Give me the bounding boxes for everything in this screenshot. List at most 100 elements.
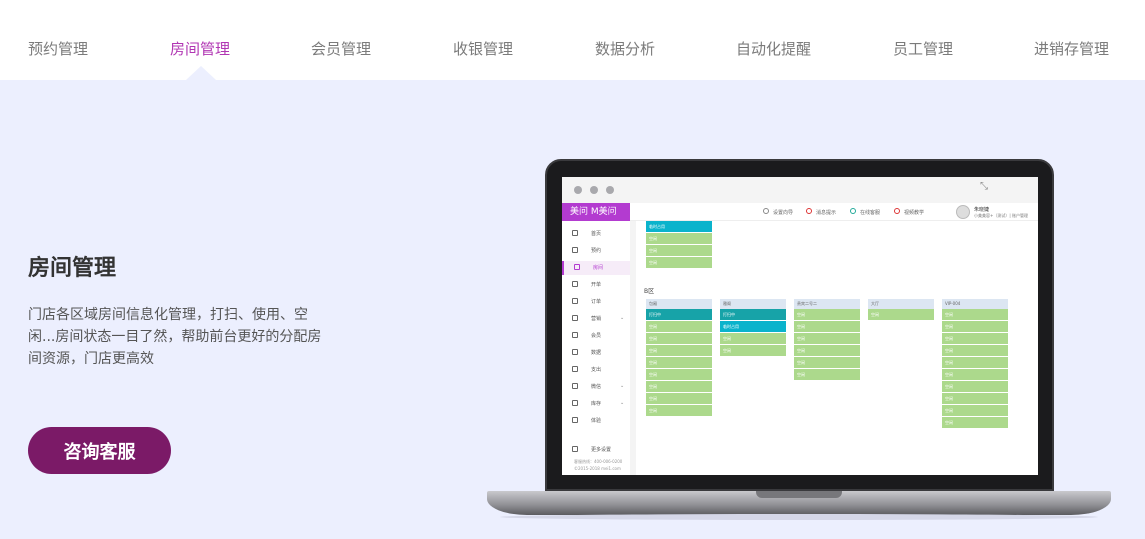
room-name: 大厅 [868, 299, 934, 309]
room-slot: 空闲 [646, 393, 712, 405]
sidebar-item-more-settings: 更多设置 [562, 443, 630, 457]
room-slot: 空闲 [646, 357, 712, 369]
room-slot: 空闲 [720, 333, 786, 345]
tab-reservation[interactable]: 预约管理 [28, 38, 88, 59]
room-slot: 空闲 [942, 333, 1008, 345]
room-slot: 临时占用 [720, 321, 786, 333]
copyright-text: ©2015-2018 mei1.com [574, 466, 621, 471]
window-dot-icon [574, 186, 582, 194]
sidebar-item-label: 房间 [593, 265, 604, 271]
room-slot: 空闲 [942, 417, 1008, 429]
room-column: 临时占用 空闲 空闲 空闲 [646, 221, 712, 269]
sidebar-item-label: 首页 [591, 231, 602, 237]
room-slot: 空闲 [646, 257, 712, 269]
service-icon [850, 208, 856, 214]
tab-inventory[interactable]: 进销存管理 [1034, 38, 1109, 59]
feature-tabs: 预约管理 房间管理 会员管理 收银管理 数据分析 自动化提醒 员工管理 进销存管… [0, 0, 1145, 80]
sidebar-item-label: 体验 [591, 418, 602, 424]
laptop-notch [756, 491, 842, 498]
clock-icon [572, 247, 578, 253]
room-slot: 空闲 [942, 405, 1008, 417]
gear-icon [763, 208, 769, 214]
sidebar-item-label: 预约 [591, 248, 602, 254]
messages-link: 消息提示 [816, 210, 837, 216]
room-slot: 空闲 [646, 345, 712, 357]
room-slot: 空闲 [794, 309, 860, 321]
room-slot: 空闲 [646, 369, 712, 381]
room-slot: 空闲 [646, 405, 712, 417]
sidebar-item-label: 更多设置 [591, 447, 612, 453]
room-slot: 空闲 [794, 345, 860, 357]
room-slot: 空闲 [794, 321, 860, 333]
room-column: 雅阁 打扫中 临时占用 空闲 空闲 [720, 299, 786, 357]
sidebar-item-label: 库存 [591, 401, 602, 407]
sidebar-item-label: 营销 [591, 316, 602, 322]
room-name: 贵宾二号二 [794, 299, 860, 309]
sidebar-item: 房间 [562, 261, 630, 275]
gear-icon [572, 446, 578, 452]
sidebar-item-label: 开单 [591, 282, 602, 288]
chevron-down-icon: ⌄ [620, 315, 625, 321]
app-sidebar: 美问 M美问 首页 预约 房间 开单 订单 营销 ⌄ 会员 数据 支出 微信 ⌄ 库存 ⌄ 体验 更多设置 … [562, 203, 630, 475]
setup-wizard-link: 设置向导 [773, 210, 794, 216]
room-slot: 临时占用 [646, 221, 712, 233]
bell-icon [806, 208, 812, 214]
room-slot: 空闲 [720, 345, 786, 357]
shop-name: 小美美容+（测试）| 账户管理 [974, 213, 1028, 218]
home-icon [572, 230, 578, 236]
sidebar-item: 订单 [562, 295, 630, 309]
room-slot: 空闲 [942, 369, 1008, 381]
sidebar-item-label: 订单 [591, 299, 602, 305]
room-slot: 空闲 [942, 321, 1008, 333]
sidebar-item: 库存 ⌄ [562, 397, 630, 411]
hotline-text: 客服热线：400-006-0200 [574, 459, 623, 464]
window-dot-icon [590, 186, 598, 194]
room-name: 雅阁 [720, 299, 786, 309]
users-icon [572, 332, 578, 338]
room-slot: 空闲 [794, 369, 860, 381]
laptop-shadow [500, 514, 1098, 520]
room-board: 临时占用 空闲 空闲 空闲 B区 包厢 打扫中 空闲 空闲 空闲 空闲 空闲 空闲 空闲 空闲 雅阁 打扫中… [636, 221, 1038, 475]
room-slot: 空闲 [942, 309, 1008, 321]
room-slot: 空闲 [646, 381, 712, 393]
wechat-icon [572, 383, 578, 389]
sidebar-item: 预约 [562, 244, 630, 258]
sidebar-item: 数据 [562, 346, 630, 360]
sidebar-item: 开单 [562, 278, 630, 292]
sidebar-item: 首页 [562, 227, 630, 241]
tab-cashier[interactable]: 收银管理 [453, 38, 513, 59]
room-slot: 空闲 [646, 333, 712, 345]
sidebar-item: 支出 [562, 363, 630, 377]
avatar [956, 205, 970, 219]
receipt-icon [572, 366, 578, 372]
room-column: 大厅 空闲 [868, 299, 934, 321]
room-column: 贵宾二号二 空闲 空闲 空闲 空闲 空闲 空闲 [794, 299, 860, 381]
feature-title: 房间管理 [28, 256, 117, 281]
window-titlebar: ⤡ [562, 177, 1038, 203]
box-icon [572, 400, 578, 406]
sidebar-item-label: 支出 [591, 367, 602, 373]
tab-analytics[interactable]: 数据分析 [595, 38, 655, 59]
tab-staff[interactable]: 员工管理 [893, 38, 953, 59]
consult-service-button[interactable]: 咨询客服 [28, 427, 171, 474]
room-slot: 空闲 [942, 381, 1008, 393]
room-slot: 打扫中 [720, 309, 786, 321]
room-slot: 打扫中 [646, 309, 712, 321]
room-column: VIP-004 空闲 空闲 空闲 空闲 空闲 空闲 空闲 空闲 空闲 空闲 [942, 299, 1008, 429]
room-slot: 空闲 [646, 233, 712, 245]
chart-icon [572, 349, 578, 355]
sidebar-item: 微信 ⌄ [562, 380, 630, 394]
tab-room[interactable]: 房间管理 [170, 38, 230, 59]
room-slot: 空闲 [794, 357, 860, 369]
room-slot: 空闲 [942, 357, 1008, 369]
video-tutorial-link: 视频教学 [904, 210, 925, 216]
sidebar-item-label: 微信 [591, 384, 602, 390]
chevron-down-icon: ⌄ [620, 400, 625, 406]
chevron-down-icon: ⌄ [620, 383, 625, 389]
tab-reminder[interactable]: 自动化提醒 [736, 38, 811, 59]
room-icon [574, 264, 580, 270]
expand-icon: ⤡ [980, 181, 988, 192]
room-column: 包厢 打扫中 空闲 空闲 空闲 空闲 空闲 空闲 空闲 空闲 [646, 299, 712, 417]
active-tab-caret [186, 66, 216, 80]
tab-member[interactable]: 会员管理 [311, 38, 371, 59]
